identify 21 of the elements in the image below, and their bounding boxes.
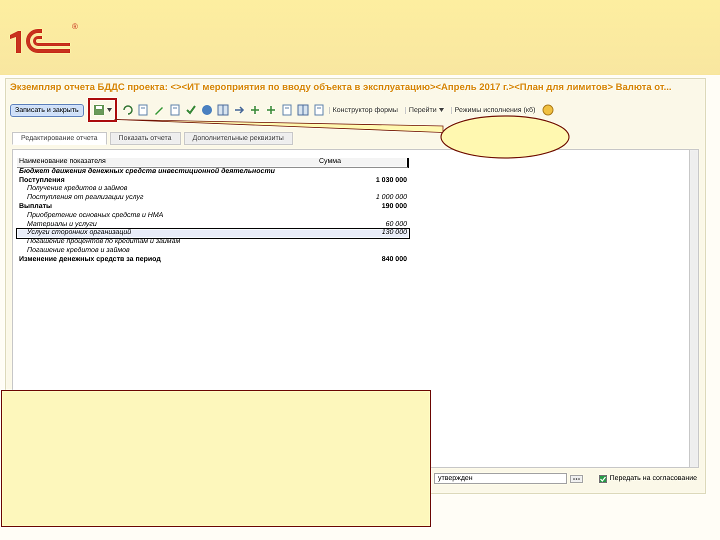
plus-icon[interactable] [248, 104, 261, 116]
select-button[interactable] [570, 474, 583, 482]
caret-icon[interactable] [106, 108, 112, 112]
caret-icon [438, 108, 444, 112]
doc-icon[interactable] [312, 104, 325, 116]
plus-icon[interactable] [264, 104, 277, 116]
doc-icon[interactable] [136, 104, 149, 116]
window-title: Экземпляр отчета БДДС проекта: <><ИТ мероприятия по вводу объекта в эксплуатацию><Апрель 2017 г.><План для лимитов> Валюта от... [9, 81, 673, 95]
doc-icon[interactable] [168, 104, 181, 116]
doc-icon[interactable] [280, 104, 293, 116]
grid-icon[interactable] [296, 104, 309, 116]
checkbox[interactable] [598, 474, 607, 482]
help-icon[interactable] [542, 104, 554, 116]
undo-icon[interactable] [120, 104, 133, 116]
arrow-icon[interactable] [232, 104, 245, 116]
logo-icon [8, 26, 70, 54]
grid-icon[interactable] [216, 104, 229, 116]
registered-mark: ® [72, 22, 78, 31]
pencil-icon[interactable] [152, 104, 165, 116]
scrollbar[interactable] [689, 150, 698, 467]
check-icon[interactable] [184, 104, 197, 116]
